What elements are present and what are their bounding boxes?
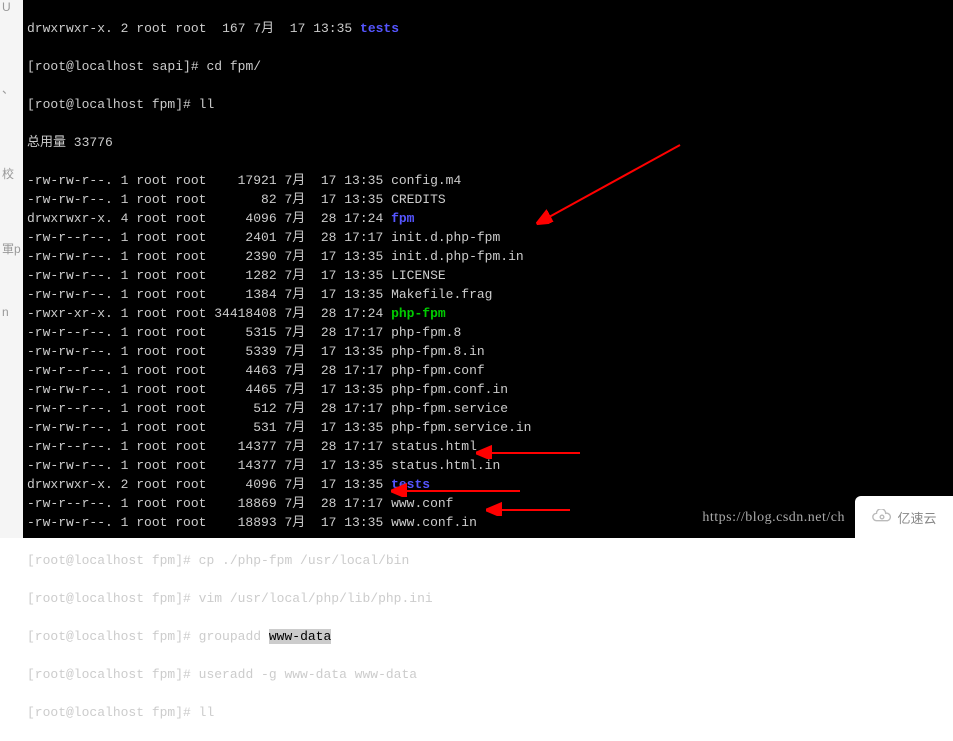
file-php-fpm.conf: php-fpm.conf [391,363,485,378]
sidebar-glyph-2: 校 [2,165,22,182]
cmd-vim: [root@localhost fpm]# vim /usr/local/php… [27,589,949,608]
listing-row: -rwxr-xr-x. 1 root root 34418408 7月 28 1… [27,304,949,323]
file-init.d.php-fpm: init.d.php-fpm [391,230,500,245]
watermark-text: https://blog.csdn.net/ch [702,510,845,526]
file-status.html.in: status.html.in [391,458,500,473]
file-php-fpm.service: php-fpm.service [391,401,508,416]
terminal-output[interactable]: drwxrwxr-x. 2 root root 167 7月 17 13:35 … [23,0,953,538]
prompt-line: [root@localhost fpm]# ll [27,703,949,722]
logo-text: 亿速云 [897,508,936,527]
dir-tests: tests [360,21,399,36]
file-config.m4: config.m4 [391,173,461,188]
file-status.html: status.html [391,439,477,454]
listing-row: -rw-r--r--. 1 root root 4463 7月 28 17:17… [27,361,949,380]
file-php-fpm.8: php-fpm.8 [391,325,461,340]
listing-row: -rw-r--r--. 1 root root 5315 7月 28 17:17… [27,323,949,342]
file-php-fpm.8.in: php-fpm.8.in [391,344,485,359]
file-php-fpm.service.in: php-fpm.service.in [391,420,531,435]
file-php-fpm: php-fpm [391,306,446,321]
listing-row: drwxrwxr-x. 2 root root 167 7月 17 13:35 … [27,19,949,38]
file-php-fpm.conf.in: php-fpm.conf.in [391,382,508,397]
file-www.conf.in: www.conf.in [391,515,477,530]
listing-row: -rw-rw-r--. 1 root root 14377 7月 17 13:3… [27,456,949,475]
cloud-icon [871,509,893,525]
file-Makefile.frag: Makefile.frag [391,287,492,302]
listing-row: -rw-rw-r--. 1 root root 1282 7月 17 13:35… [27,266,949,285]
listing-row: -rw-rw-r--. 1 root root 2390 7月 17 13:35… [27,247,949,266]
sidebar-glyph-4: n [2,305,22,319]
listing-row: drwxrwxr-x. 2 root root 4096 7月 17 13:35… [27,475,949,494]
sidebar-glyph-1: 、 [2,80,22,97]
listing-row: -rw-rw-r--. 1 root root 82 7月 17 13:35 C… [27,190,949,209]
sidebar-glyph-3: 軍p [2,240,22,257]
total-line: 总用量 33776 [27,133,949,152]
file-CREDITS: CREDITS [391,192,446,207]
sidebar-glyph-u: U [2,0,22,14]
cmd-cp: [root@localhost fpm]# cp ./php-fpm /usr/… [27,551,949,570]
listing-row: -rw-rw-r--. 1 root root 5339 7月 17 13:35… [27,342,949,361]
highlighted-arg: www-data [269,629,331,644]
file-LICENSE: LICENSE [391,268,446,283]
listing-row: -rw-r--r--. 1 root root 2401 7月 28 17:17… [27,228,949,247]
listing-row: -rw-rw-r--. 1 root root 1384 7月 17 13:35… [27,285,949,304]
left-sidebar: U 、 校 軍p n [0,0,23,538]
cmd-groupadd: [root@localhost fpm]# groupadd www-data [27,627,949,646]
file-init.d.php-fpm.in: init.d.php-fpm.in [391,249,524,264]
file-tests: tests [391,477,430,492]
listing-row: -rw-r--r--. 1 root root 14377 7月 28 17:1… [27,437,949,456]
listing-row: -rw-rw-r--. 1 root root 4465 7月 17 13:35… [27,380,949,399]
listing-row: drwxrwxr-x. 4 root root 4096 7月 28 17:24… [27,209,949,228]
cmd-useradd: [root@localhost fpm]# useradd -g www-dat… [27,665,949,684]
listing-row: -rw-r--r--. 1 root root 512 7月 28 17:17 … [27,399,949,418]
logo-badge: 亿速云 [855,496,953,538]
listing-row: -rw-rw-r--. 1 root root 531 7月 17 13:35 … [27,418,949,437]
listing-row: -rw-rw-r--. 1 root root 17921 7月 17 13:3… [27,171,949,190]
prompt-line: [root@localhost fpm]# ll [27,95,949,114]
prompt-line: [root@localhost sapi]# cd fpm/ [27,57,949,76]
file-fpm: fpm [391,211,414,226]
file-www.conf: www.conf [391,496,453,511]
